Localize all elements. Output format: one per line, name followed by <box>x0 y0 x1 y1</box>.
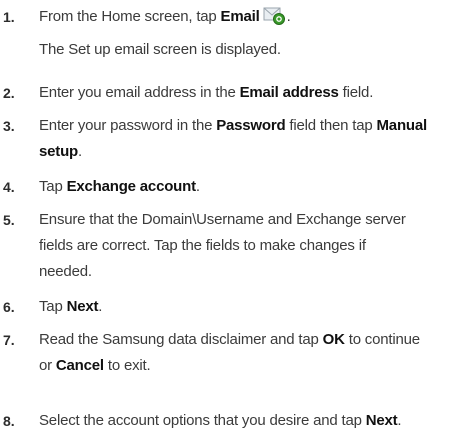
step-number: 8. <box>3 413 15 429</box>
step-text: Tap Next. <box>39 298 103 315</box>
step-text: Enter your password in the Password fiel… <box>39 117 427 160</box>
step-text: From the Home screen, tap Email. <box>39 4 469 30</box>
step-number: 4. <box>3 179 15 195</box>
step-number: 7. <box>3 332 15 348</box>
email-app-icon <box>263 5 287 25</box>
step-number: 5. <box>3 212 15 228</box>
step-note-text: The Set up email screen is displayed. <box>39 41 281 58</box>
step-number: 6. <box>3 299 15 315</box>
step-text: Tap Exchange account. <box>39 178 200 195</box>
step-number: 3. <box>3 118 15 134</box>
email-label: Email <box>220 8 260 25</box>
step-text: Read the Samsung data disclaimer and tap… <box>39 331 420 374</box>
step-text: Ensure that the Domain\Username and Exch… <box>39 211 406 280</box>
step-text: Select the account options that you desi… <box>39 412 402 429</box>
step-number: 2. <box>3 85 15 101</box>
step-text: Enter you email address in the Email add… <box>39 84 374 101</box>
step-number: 1. <box>3 9 15 25</box>
